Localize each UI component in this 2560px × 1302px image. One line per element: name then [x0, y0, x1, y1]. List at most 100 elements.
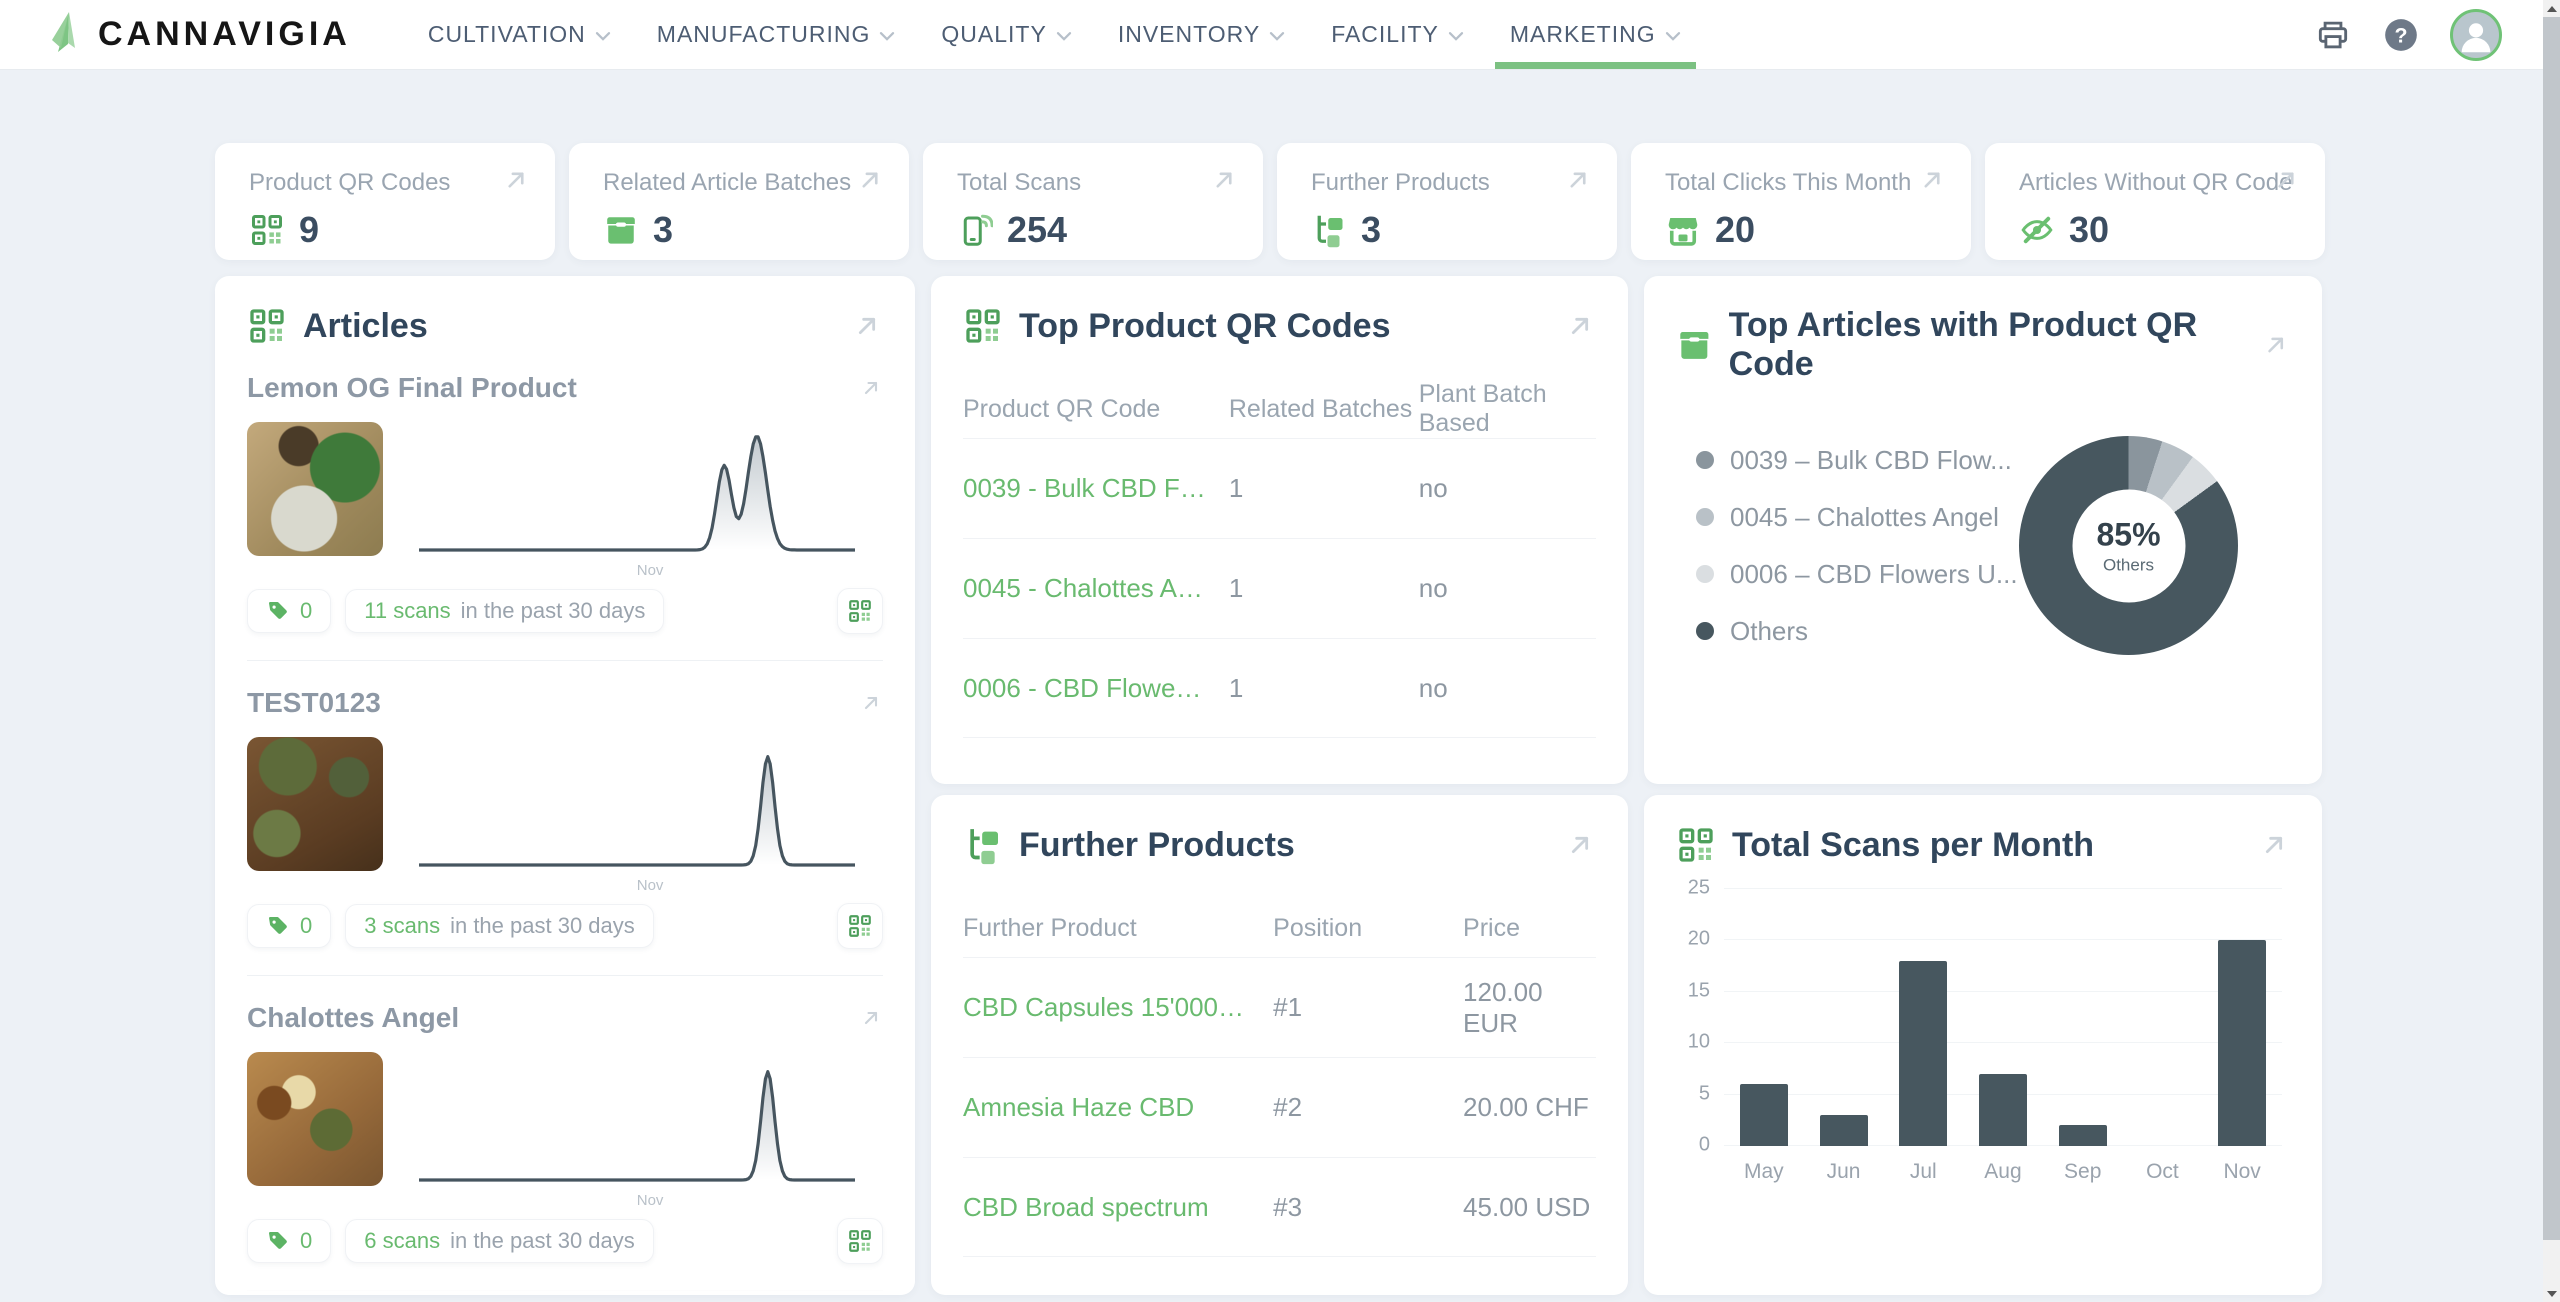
legend-dot [1696, 508, 1714, 526]
table-row: CBD Capsules 15'000mg #1 120.00 EUR [963, 957, 1596, 1057]
donut-center: 85% Others [2072, 489, 2185, 602]
sparkline-month-tick: Nov [637, 1192, 664, 1209]
table-cell-link[interactable]: Amnesia Haze CBD [963, 1092, 1273, 1123]
user-avatar[interactable] [2450, 9, 2502, 61]
external-link-icon[interactable] [1564, 310, 1596, 342]
external-link-icon[interactable] [851, 310, 883, 342]
external-link-icon[interactable] [501, 165, 531, 195]
qr-code-button[interactable] [837, 588, 883, 634]
article-image [247, 737, 383, 871]
article-item: Chalottes Angel Nov 0 6 scans in the pas… [247, 975, 883, 1290]
table-cell-link[interactable]: 0006 - CBD Flowers Unic... [963, 673, 1229, 704]
table-cell-link[interactable]: CBD Broad spectrum [963, 1192, 1273, 1223]
print-icon[interactable] [2314, 16, 2352, 54]
article-name: Chalottes Angel [247, 1002, 459, 1034]
external-link-icon[interactable] [859, 1006, 883, 1030]
nav-item-cultivation[interactable]: CULTIVATION [405, 0, 634, 69]
qr-icon [249, 212, 285, 248]
nav-item-manufacturing[interactable]: MANUFACTURING [634, 0, 919, 69]
stat-label: Articles Without QR Code [2019, 169, 2295, 197]
external-link-icon[interactable] [859, 691, 883, 715]
table-column-header: Price [1463, 914, 1596, 943]
y-axis-tick-label: 0 [1699, 1134, 1710, 1157]
nav-item-label: INVENTORY [1118, 21, 1260, 48]
qr-code-button[interactable] [837, 903, 883, 949]
bar [1740, 1084, 1788, 1146]
external-link-icon[interactable] [1209, 165, 1239, 195]
stat-value: 3 [1361, 209, 1381, 251]
stat-value: 30 [2069, 209, 2109, 251]
scan-count-suffix: in the past 30 days [450, 1228, 635, 1254]
legend-label: 0006 – CBD Flowers U... [1730, 559, 2018, 590]
table-row: CBD Broad spectrum #3 45.00 USD [963, 1157, 1596, 1257]
nav-item-facility[interactable]: FACILITY [1308, 0, 1487, 69]
vertical-scrollbar[interactable] [2543, 0, 2560, 1302]
table-cell: no [1419, 673, 1596, 704]
external-link-icon[interactable] [2271, 165, 2301, 195]
package-icon [603, 212, 639, 248]
scans-badge: 3 scans in the past 30 days [345, 904, 654, 948]
help-icon[interactable]: ? [2382, 16, 2420, 54]
external-link-icon[interactable] [1564, 829, 1596, 861]
article-item: Lemon OG Final Product Nov 0 11 scans in… [247, 346, 883, 660]
sparkline-month-tick: Nov [637, 877, 664, 894]
external-link-icon[interactable] [2261, 329, 2290, 361]
brand-logo[interactable]: CANNAVIGIA [48, 10, 351, 60]
nav-item-quality[interactable]: QUALITY [918, 0, 1094, 69]
bar [1820, 1115, 1868, 1146]
stat-label: Related Article Batches [603, 169, 879, 197]
hierarchy-icon [1311, 212, 1347, 248]
bar [1979, 1074, 2027, 1146]
brand-name: CANNAVIGIA [98, 15, 351, 54]
phone-scan-icon [957, 212, 993, 248]
external-link-icon[interactable] [855, 165, 885, 195]
stat-value: 254 [1007, 209, 1067, 251]
bar [2059, 1125, 2107, 1146]
stat-label: Further Products [1311, 169, 1587, 197]
table-header-row: Further ProductPositionPrice [963, 899, 1596, 957]
legend-item: 0039 – Bulk CBD Flow... [1696, 445, 2019, 476]
svg-text:?: ? [2394, 24, 2407, 48]
external-link-icon[interactable] [2258, 829, 2290, 861]
donut-legend: 0039 – Bulk CBD Flow... 0045 – Chalottes… [1696, 445, 2019, 647]
stat-card: Articles Without QR Code 30 [1985, 143, 2325, 260]
scans-badge: 11 scans in the past 30 days [345, 589, 664, 633]
legend-dot [1696, 622, 1714, 640]
scrollbar-up-arrow[interactable] [2543, 0, 2560, 17]
stat-card: Total Scans 254 [923, 143, 1263, 260]
table-cell: 1 [1229, 573, 1419, 604]
table-cell: 45.00 USD [1463, 1192, 1596, 1223]
article-image [247, 422, 383, 556]
table-cell: no [1419, 573, 1596, 604]
nav-item-inventory[interactable]: INVENTORY [1095, 0, 1308, 69]
articles-list: Lemon OG Final Product Nov 0 11 scans in… [247, 346, 883, 1295]
external-link-icon[interactable] [1917, 165, 1947, 195]
scrollbar-down-arrow[interactable] [2543, 1285, 2560, 1302]
nav-item-marketing[interactable]: MARKETING [1487, 0, 1704, 69]
table-cell: 120.00 EUR [1463, 977, 1596, 1039]
qr-code-icon [1676, 825, 1716, 865]
table-column-header: Position [1273, 914, 1463, 943]
bar [1899, 961, 1947, 1146]
stats-row: Product QR Codes 9 Related Article Batch… [215, 143, 2325, 260]
main-nav: CULTIVATION MANUFACTURING QUALITY INVENT… [405, 0, 1704, 69]
table-cell-link[interactable]: CBD Capsules 15'000mg [963, 992, 1273, 1023]
tag-count-badge: 0 [247, 904, 331, 948]
bar-chart: 0 5 10 15 20 25 [1724, 889, 2282, 1146]
qr-code-button[interactable] [837, 1218, 883, 1264]
tag-count: 0 [300, 1228, 312, 1254]
stat-card: Total Clicks This Month 20 [1631, 143, 1971, 260]
chart-bars [1724, 889, 2282, 1146]
tag-icon [266, 914, 290, 938]
tag-count-badge: 0 [247, 589, 331, 633]
scrollbar-thumb[interactable] [2543, 17, 2560, 1240]
external-link-icon[interactable] [1563, 165, 1593, 195]
x-axis-tick-label: Jun [1804, 1160, 1884, 1184]
table-cell-link[interactable]: 0039 - Bulk CBD Flowers [963, 473, 1229, 504]
table-cell-link[interactable]: 0045 - Chalottes Angel [963, 573, 1229, 604]
external-link-icon[interactable] [859, 376, 883, 400]
article-item: BZ1 Matteo [247, 1290, 883, 1295]
scan-sparkline [419, 737, 855, 871]
stat-card: Product QR Codes 9 [215, 143, 555, 260]
scan-count-suffix: in the past 30 days [461, 598, 646, 624]
